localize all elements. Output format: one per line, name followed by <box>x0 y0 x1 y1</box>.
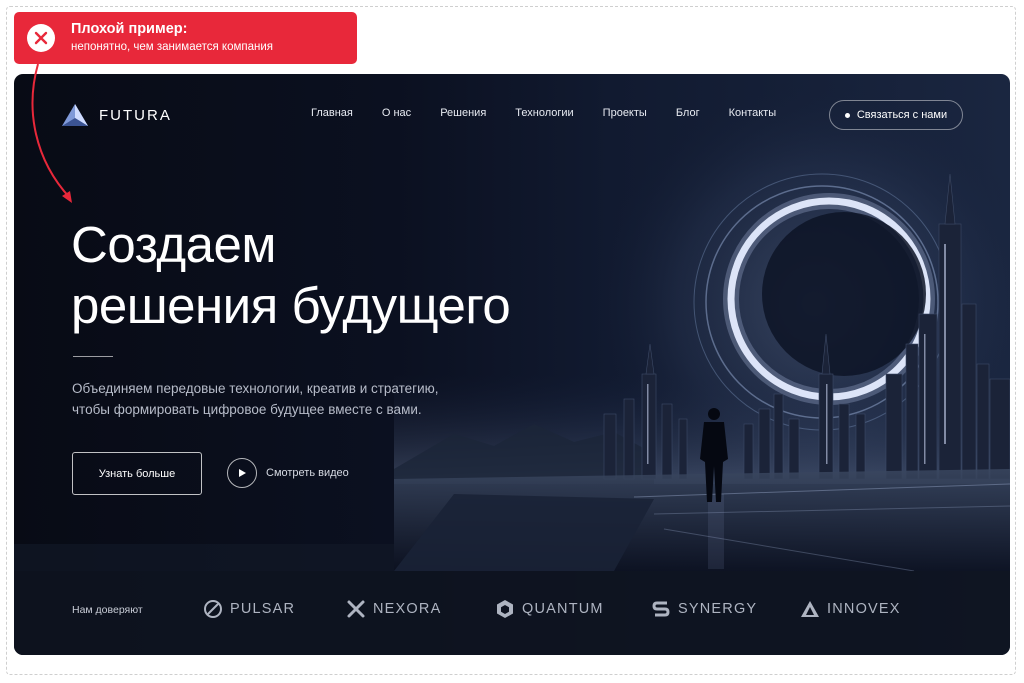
nav-item-about[interactable]: О нас <box>382 107 411 119</box>
nav-item-technologies[interactable]: Технологии <box>515 107 573 119</box>
partner-logo-synergy: SYNERGY <box>651 599 757 619</box>
bad-example-callout: Плохой пример: непонятно, чем занимается… <box>14 12 357 64</box>
callout-title: Плохой пример: <box>71 21 188 37</box>
brand-name: FUTURA <box>99 106 172 124</box>
hero-subtitle: Объединяем передовые технологии, креатив… <box>72 378 439 420</box>
hero-title-line-2: решения будущего <box>71 277 511 334</box>
callout-text: непонятно, чем занимается компания <box>71 41 273 53</box>
triangle-logo-icon <box>62 104 88 126</box>
nav-item-blog[interactable]: Блог <box>676 107 700 119</box>
brand-logo[interactable]: FUTURA <box>61 103 172 127</box>
x-cross-icon <box>347 600 365 618</box>
slashed-circle-icon <box>204 600 222 618</box>
close-icon <box>27 24 55 52</box>
partner-logo-nexora: NEXORA <box>346 599 441 619</box>
hero-subtitle-line-2: чтобы формировать цифровое будущее вмест… <box>72 402 422 417</box>
nav-item-contacts[interactable]: Контакты <box>729 107 777 119</box>
watch-video-label: Смотреть видео <box>266 467 349 479</box>
partner-name: QUANTUM <box>522 601 604 617</box>
nav-item-solutions[interactable]: Решения <box>440 107 486 119</box>
triangle-icon <box>801 601 819 617</box>
watch-video-button[interactable]: Смотреть видео <box>227 458 349 488</box>
dot-icon <box>844 112 850 118</box>
nav-item-projects[interactable]: Проекты <box>603 107 647 119</box>
partner-name: NEXORA <box>373 601 442 617</box>
partner-logo-pulsar: PULSAR <box>203 599 295 619</box>
s-shape-icon <box>652 601 670 617</box>
hero-subtitle-line-1: Объединяем передовые технологии, креатив… <box>72 381 439 396</box>
partner-logo-innovex: INNOVEX <box>800 599 901 619</box>
partner-logo-quantum: QUANTUM <box>495 599 604 619</box>
main-navigation: Главная О нас Решения Технологии Проекты… <box>311 107 805 119</box>
hero-title-line-1: Создаем <box>71 216 276 273</box>
learn-more-button[interactable]: Узнать больше <box>72 452 202 495</box>
partner-name: SYNERGY <box>678 601 758 617</box>
hero-title: Создаем решения будущего <box>71 214 511 336</box>
play-icon[interactable] <box>227 458 257 488</box>
nav-item-home[interactable]: Главная <box>311 107 353 119</box>
trusted-by-bar: Нам доверяют PULSAR NEXORA QUANTUM SYNER… <box>14 571 1010 655</box>
hero-scene-illustration <box>14 74 1010 572</box>
contact-us-button[interactable]: Связаться с нами <box>829 100 963 130</box>
partner-name: PULSAR <box>230 601 296 617</box>
hero-screenshot: FUTURA Главная О нас Решения Технологии … <box>14 74 1010 655</box>
partner-name: INNOVEX <box>827 601 901 617</box>
trusted-by-label: Нам доверяют <box>72 604 143 616</box>
hexagon-icon <box>497 600 513 618</box>
contact-us-label: Связаться с нами <box>856 109 948 121</box>
title-divider <box>73 356 113 357</box>
